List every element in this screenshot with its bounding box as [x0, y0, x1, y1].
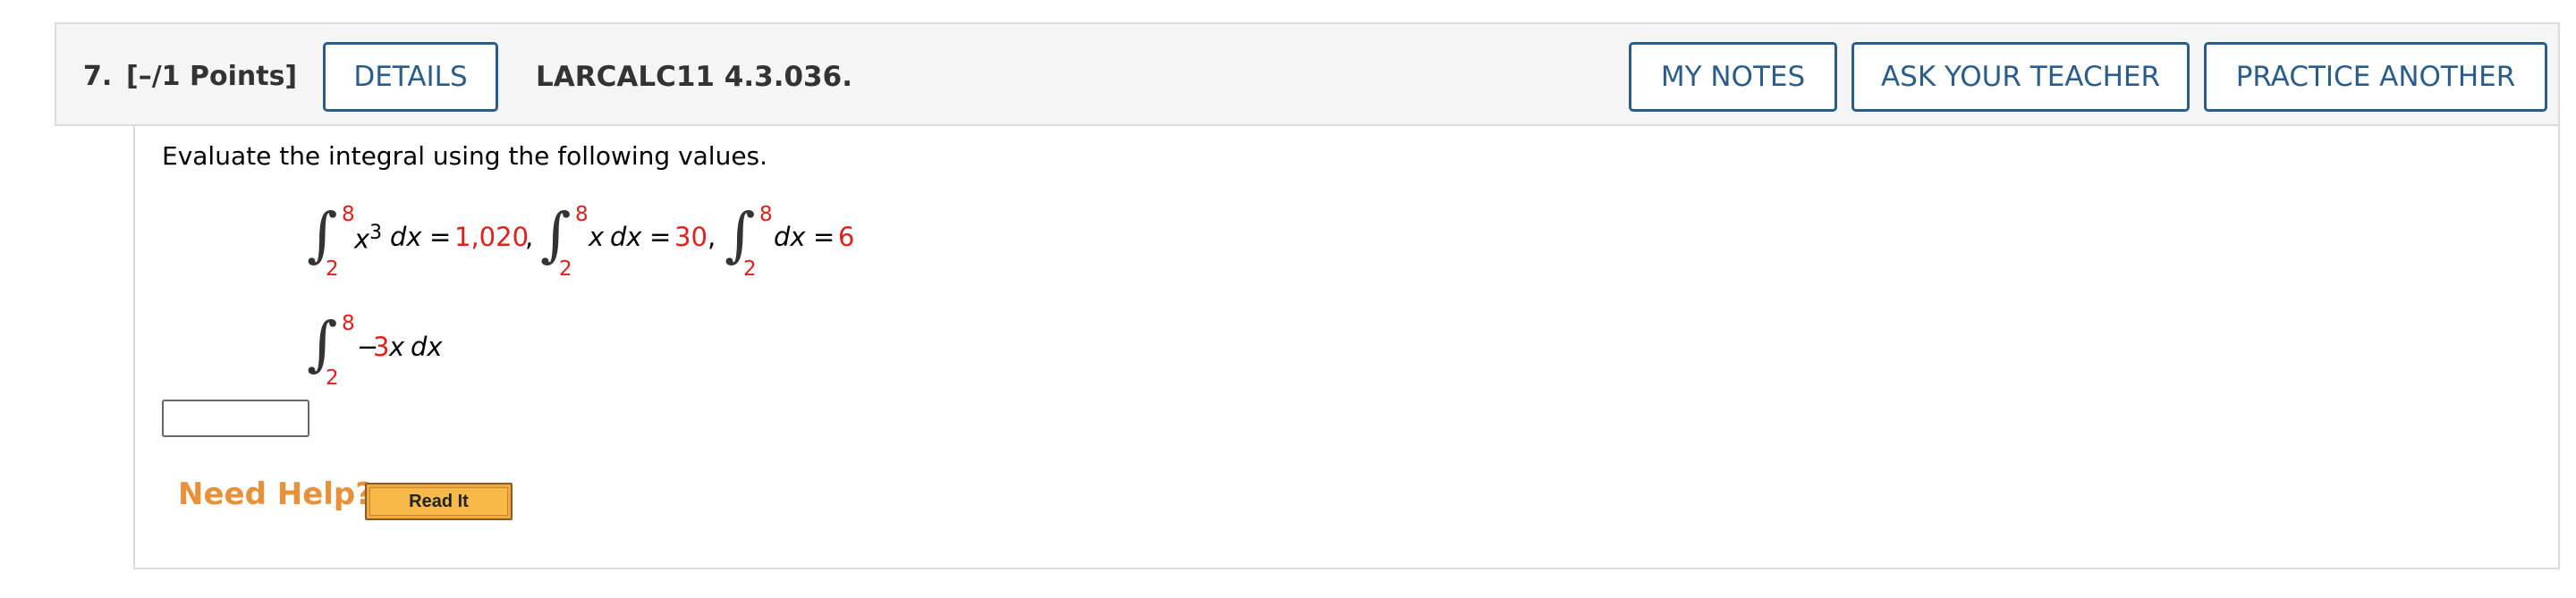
question-body: Evaluate the integral using the followin… [133, 126, 2560, 569]
integral-sign: ∫ [307, 309, 338, 378]
question-number: 7. [83, 61, 113, 92]
equals-sign: = [649, 222, 672, 252]
upper-limit: 8 [342, 203, 355, 226]
integrand-coefficient: 3 [373, 332, 390, 362]
read-it-label: Read It [369, 487, 508, 516]
lower-limit: 2 [326, 257, 339, 281]
practice-another-button[interactable]: PRACTICE ANOTHER [2204, 42, 2547, 112]
integrand: x3 [354, 222, 383, 255]
answer-input[interactable] [162, 400, 309, 437]
equals-sign: = [813, 222, 835, 252]
given-value: 1,020 [454, 222, 530, 252]
integrand: x [589, 222, 605, 252]
question-id: LARCALC11 4.3.036. [536, 61, 852, 93]
my-notes-button[interactable]: MY NOTES [1629, 42, 1837, 112]
separator: , [708, 222, 716, 252]
upper-limit: 8 [342, 312, 355, 335]
lower-limit: 2 [559, 257, 572, 281]
equals-sign: = [429, 222, 452, 252]
read-it-button[interactable]: Read It [365, 483, 513, 520]
lower-limit: 2 [326, 366, 339, 390]
given-value: 30 [674, 222, 708, 252]
lower-limit: 2 [743, 257, 757, 281]
instruction-text: Evaluate the integral using the followin… [162, 141, 768, 171]
differential: dx [774, 222, 806, 252]
upper-limit: 8 [759, 203, 773, 226]
question-header: 7. [–/1 Points] DETAILS LARCALC11 4.3.03… [55, 22, 2560, 126]
question-points: [–/1 Points] [126, 61, 298, 92]
integral-sign: ∫ [724, 200, 756, 269]
differential: dx [411, 332, 443, 362]
need-help-label: Need Help? [178, 476, 373, 512]
details-button[interactable]: DETAILS [323, 42, 498, 112]
separator: , [525, 222, 534, 252]
differential: dx [390, 222, 422, 252]
integral-sign: ∫ [307, 200, 338, 269]
integral-sign: ∫ [540, 200, 572, 269]
upper-limit: 8 [575, 203, 589, 226]
integrand: x [389, 332, 405, 362]
ask-your-teacher-button[interactable]: ASK YOUR TEACHER [1852, 42, 2190, 112]
differential: dx [610, 222, 642, 252]
given-value: 6 [838, 222, 855, 252]
